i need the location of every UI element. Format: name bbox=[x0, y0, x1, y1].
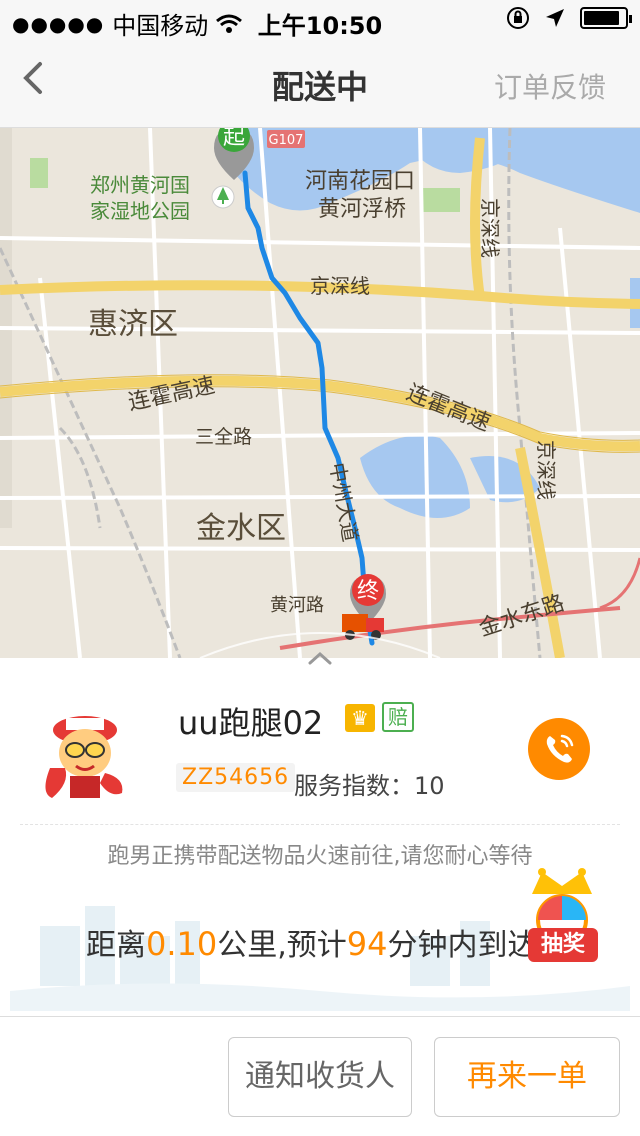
map-label-jingshen-h: 京深线 bbox=[310, 274, 370, 298]
eta-line: 距离0.10公里,预计94分钟内到达 bbox=[86, 920, 538, 964]
service-index: 服务指数：10 bbox=[294, 766, 445, 801]
battery-level bbox=[584, 11, 620, 25]
chevron-up-icon bbox=[308, 651, 332, 665]
park-patch-2 bbox=[420, 188, 460, 212]
chevron-left-icon bbox=[23, 62, 42, 94]
map-label-lianhuo-right: 连霍高速 bbox=[403, 380, 494, 436]
divider bbox=[20, 824, 620, 825]
red-road-2 bbox=[599, 557, 640, 610]
compensation-badge: 赔 bbox=[382, 702, 414, 732]
map-label-bridge-2: 黄河浮桥 bbox=[318, 197, 406, 222]
map-label-wetland-park-1: 郑州黄河国 bbox=[90, 173, 190, 197]
reorder-button[interactable]: 再来一单 bbox=[434, 1037, 620, 1117]
lottery-button[interactable]: 抽奖 bbox=[528, 928, 598, 962]
courier-code: ZZ54656 bbox=[176, 763, 296, 792]
notify-recipient-button[interactable]: 通知收货人 bbox=[228, 1037, 412, 1117]
eta-prefix: 距离 bbox=[86, 928, 146, 963]
map-label-jingshen-v-right: 京深线 bbox=[534, 440, 558, 500]
end-marker-label: 终 bbox=[357, 579, 379, 604]
eta-suffix: 分钟内到达 bbox=[387, 928, 538, 963]
park-patch bbox=[30, 158, 48, 188]
eta-minutes: 94 bbox=[346, 925, 388, 963]
g107-label: G107 bbox=[269, 133, 304, 148]
phone-icon bbox=[546, 734, 574, 763]
courier-sheet: uu跑腿02 ♛ 赔 ZZ54656 服务指数：10 跑男正携带配送物品火速前往… bbox=[0, 651, 640, 1016]
map-label-zhongzhou: 中州大道 bbox=[325, 461, 363, 544]
courier-avatar bbox=[45, 716, 123, 798]
route-map[interactable]: 起 G107 郑州黄河国 家湿地公园 河南花园口 黄河浮桥 京深线 三全路 黄河… bbox=[0, 128, 640, 658]
lake-north bbox=[410, 138, 520, 173]
battery-icon bbox=[580, 7, 632, 29]
nav-bar: 配送中 订单反馈 bbox=[0, 40, 640, 128]
status-bar: ●●●●● 中国移动 上午10:50 bbox=[0, 0, 640, 40]
action-bar: 通知收货人 再来一单 bbox=[0, 1016, 640, 1136]
location-arrow-icon bbox=[546, 9, 564, 27]
start-marker-label: 起 bbox=[223, 128, 245, 150]
service-index-label: 服务指数： bbox=[294, 772, 414, 800]
order-feedback-link[interactable]: 订单反馈 bbox=[494, 66, 606, 106]
back-button[interactable] bbox=[18, 58, 58, 108]
courier-name: uu跑腿02 bbox=[178, 704, 324, 742]
map-label-bridge-1: 河南花园口 bbox=[305, 169, 415, 194]
lake-central bbox=[360, 435, 470, 518]
red-road bbox=[279, 606, 621, 650]
map-label-jinshui: 金水区 bbox=[196, 511, 286, 546]
status-right bbox=[506, 6, 632, 30]
map-label-wetland-park-2: 家湿地公园 bbox=[90, 199, 190, 223]
map-label-jingshen-v-top: 京深线 bbox=[478, 198, 502, 258]
call-button[interactable] bbox=[528, 718, 590, 780]
expand-handle[interactable] bbox=[296, 648, 344, 678]
tree-icon bbox=[211, 185, 235, 209]
eta-distance: 0.10 bbox=[146, 925, 218, 963]
service-index-value: 10 bbox=[414, 772, 445, 800]
crown-icon: ♛ bbox=[345, 704, 375, 732]
map-label-sanquan: 三全路 bbox=[195, 426, 252, 448]
map-label-huanghe-road: 黄河路 bbox=[270, 595, 324, 616]
map-label-huiji: 惠济区 bbox=[88, 307, 178, 342]
eta-mid: 公里,预计 bbox=[217, 928, 347, 963]
rotation-lock-icon bbox=[507, 7, 529, 29]
